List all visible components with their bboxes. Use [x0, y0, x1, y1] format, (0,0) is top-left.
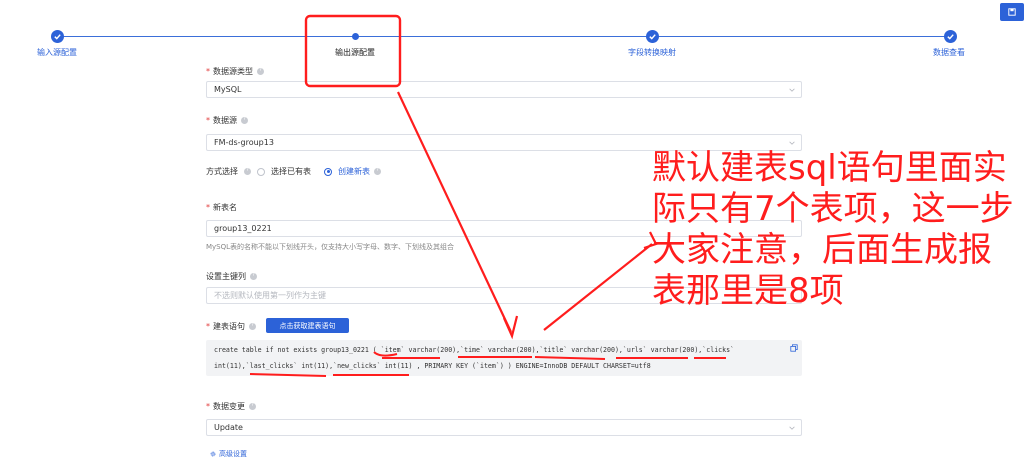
annotation-note: 默认建表sql语句里面实 际只有7个表项，这一步 大家注意，后面生成报 表那里是…: [652, 148, 1014, 311]
help-icon[interactable]: [257, 67, 264, 75]
step-2-current-dot[interactable]: [352, 33, 359, 40]
ddl-label: * 建表语句: [206, 321, 256, 332]
step-3-check-icon[interactable]: [646, 30, 659, 43]
mode-radio-group: 方式选择 选择已有表 创建新表: [206, 166, 394, 177]
ddl-code-box[interactable]: create table if not exists group13_0221 …: [206, 340, 802, 376]
chevron-down-icon: [789, 88, 795, 92]
step-2-label[interactable]: 输出源配置: [335, 47, 375, 58]
new-table-hint: MySQL表的名称不能以下划线开头，仅支持大小写字母、数字、下划线及其组合: [206, 243, 455, 251]
help-icon[interactable]: [249, 402, 256, 410]
steps-bar: 输入源配置 输出源配置 字段转换映射 数据查看: [0, 0, 1024, 62]
arrow-head-left: [502, 315, 519, 340]
source-type-label: * 数据源类型: [206, 66, 264, 77]
steps-line: [57, 36, 950, 37]
step-4-label[interactable]: 数据查看: [933, 47, 965, 58]
advanced-settings-link[interactable]: 高级设置: [210, 449, 247, 459]
step-1-check-icon[interactable]: [51, 30, 64, 43]
help-icon[interactable]: [249, 322, 256, 330]
datasource-label: * 数据源: [206, 115, 248, 126]
radio-circle-checked[interactable]: [324, 167, 332, 176]
help-icon[interactable]: [241, 116, 248, 124]
step-1-label[interactable]: 输入源配置: [37, 47, 77, 58]
radio-circle[interactable]: [257, 167, 265, 176]
new-table-label: * 新表名: [206, 203, 237, 212]
chevron-down-icon: [789, 141, 795, 145]
get-ddl-button[interactable]: 点击获取建表语句: [266, 318, 349, 333]
ddl-line-2: int(11),`last_clicks` int(11),`new_click…: [214, 362, 651, 370]
save-icon: [1008, 8, 1016, 16]
copy-icon[interactable]: [790, 344, 798, 352]
primary-key-label: 设置主键列: [206, 271, 257, 282]
radio-existing-table[interactable]: 选择已有表: [257, 166, 311, 177]
ddl-line-1: create table if not exists group13_0221 …: [214, 346, 735, 354]
source-type-select[interactable]: MySQL: [206, 81, 802, 98]
step-4-check-icon[interactable]: [944, 30, 957, 43]
help-icon[interactable]: [250, 272, 257, 280]
help-icon[interactable]: [244, 167, 251, 175]
data-change-label: * 数据变更: [206, 401, 256, 412]
gear-icon: [210, 451, 216, 457]
save-button[interactable]: [1000, 3, 1024, 21]
radio-new-table[interactable]: 创建新表: [324, 166, 381, 177]
help-icon[interactable]: [374, 167, 381, 175]
step-3-label[interactable]: 字段转换映射: [628, 47, 676, 58]
data-change-select[interactable]: Update: [206, 419, 802, 436]
chevron-down-icon: [789, 426, 795, 430]
